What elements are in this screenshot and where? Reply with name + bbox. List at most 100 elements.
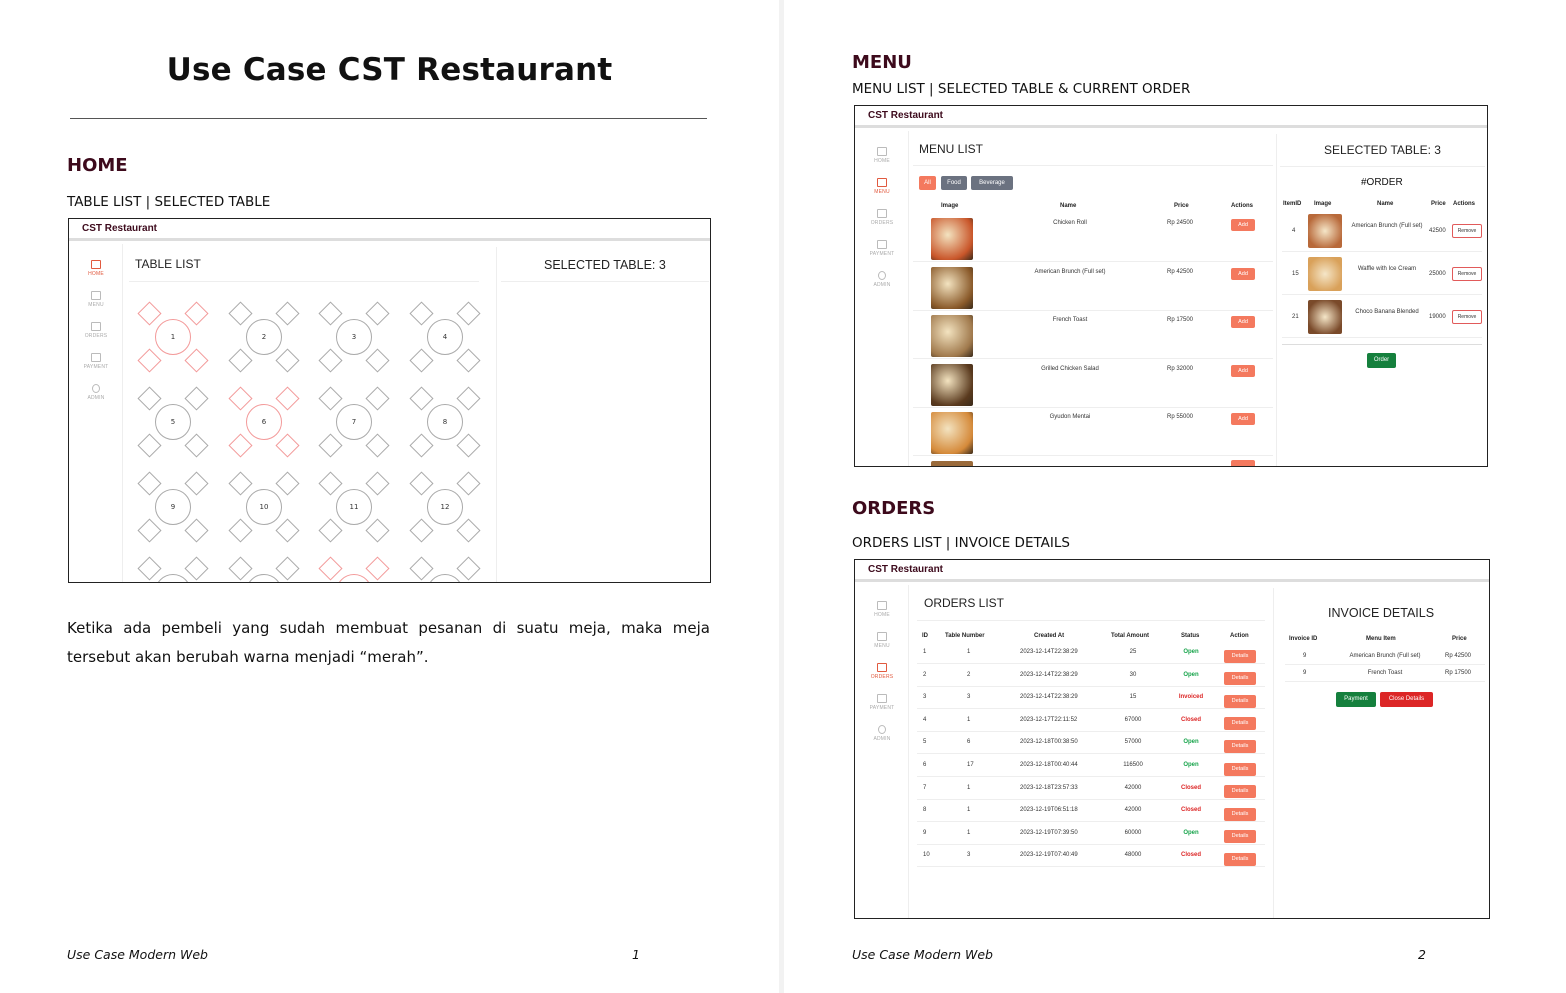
order-status: Closed: [1180, 852, 1201, 859]
details-button[interactable]: Details: [1224, 694, 1256, 708]
chair: [318, 348, 343, 373]
selected-table-label: SELECTED TABLE: 3: [544, 258, 666, 272]
nav-orders[interactable]: ORDERS: [855, 663, 909, 680]
menu-item-name: Gyudon Mentai: [1049, 414, 1091, 420]
nav-orders[interactable]: ORDERS: [855, 209, 909, 226]
sidebar: HOME MENU ORDERS PAYMENT ADMIN: [855, 131, 909, 466]
chair: [228, 348, 253, 373]
table-partial[interactable]: [137, 556, 209, 582]
col-table-number: Table Number: [945, 633, 985, 639]
add-button[interactable]: Add: [1231, 364, 1255, 377]
order-table-number: 17: [967, 762, 974, 768]
nav-payment[interactable]: PAYMENT: [855, 240, 909, 257]
nav-admin[interactable]: ADMIN: [855, 725, 909, 742]
remove-button[interactable]: Remove: [1452, 310, 1482, 324]
nav-home[interactable]: HOME: [855, 601, 909, 618]
nav-admin[interactable]: ADMIN: [69, 384, 123, 401]
table-7[interactable]: 7: [318, 386, 390, 458]
user-icon: [878, 271, 886, 280]
app-brand: CST Restaurant: [855, 560, 1489, 582]
order-table-number: 1: [967, 649, 971, 655]
details-button[interactable]: Details: [1224, 762, 1256, 776]
order-table-number: 2: [967, 671, 971, 678]
table-12[interactable]: 12: [409, 471, 481, 543]
table-9[interactable]: 9: [137, 471, 209, 543]
table-1[interactable]: 1: [137, 301, 209, 373]
details-button[interactable]: Details: [1224, 717, 1256, 731]
details-button[interactable]: Details: [1224, 852, 1256, 866]
details-button[interactable]: Details: [1224, 649, 1256, 663]
table-number: 11: [336, 489, 372, 525]
table-number: 7: [336, 404, 372, 440]
card-icon: [91, 353, 101, 362]
nav-admin[interactable]: ADMIN: [855, 271, 909, 288]
table-partial[interactable]: [318, 556, 390, 582]
order-button[interactable]: Order: [1367, 353, 1396, 368]
nav-menu[interactable]: MENU: [69, 291, 123, 308]
card-icon: [877, 240, 887, 249]
table-5[interactable]: 5: [137, 386, 209, 458]
add-button[interactable]: Add: [1231, 219, 1255, 231]
nav-home[interactable]: HOME: [855, 147, 909, 164]
table-11[interactable]: 11: [318, 471, 390, 543]
add-button[interactable]: Add: [1231, 316, 1255, 328]
description-paragraph: Ketika ada pembeli yang sudah membuat pe…: [67, 619, 710, 666]
close-details-button[interactable]: Close Details: [1380, 692, 1433, 707]
chair: [318, 433, 343, 458]
table-3[interactable]: 3: [318, 301, 390, 373]
order-status: Open: [1183, 739, 1199, 746]
order-item-id: 15: [1292, 271, 1299, 277]
table-10[interactable]: 10: [228, 471, 300, 543]
nav-home[interactable]: HOME: [69, 260, 123, 277]
details-button[interactable]: Details: [1224, 785, 1256, 799]
home-icon: [877, 601, 887, 610]
table-partial[interactable]: [228, 556, 300, 582]
details-button[interactable]: Details: [1224, 739, 1256, 753]
filter-food[interactable]: Food: [941, 176, 967, 190]
nav-payment[interactable]: PAYMENT: [69, 353, 123, 370]
col-created-at: Created At: [1034, 633, 1065, 639]
nav-menu[interactable]: MENU: [855, 632, 909, 649]
details-button[interactable]: Details: [1224, 830, 1256, 844]
row-divider: [1285, 681, 1485, 682]
menu-icon: [877, 632, 887, 641]
nav-menu[interactable]: MENU: [855, 178, 909, 195]
order-total: 57000: [1124, 739, 1142, 746]
row-divider: [917, 776, 1265, 777]
col-total-amount: Total Amount: [1111, 633, 1149, 639]
nav-payment[interactable]: PAYMENT: [855, 694, 909, 711]
menu-item-name: American Brunch (Full set): [1034, 268, 1106, 275]
table-6[interactable]: 6: [228, 386, 300, 458]
filter-beverage[interactable]: Beverage: [971, 176, 1013, 190]
table-2[interactable]: 2: [228, 301, 300, 373]
order-status: Closed: [1180, 784, 1201, 791]
row-divider: [1285, 664, 1485, 665]
row-divider: [1282, 294, 1482, 295]
table-partial[interactable]: [409, 556, 481, 582]
invoice-id: 9: [1303, 653, 1307, 659]
chair: [456, 301, 481, 326]
invoice-item: American Brunch (Full set): [1349, 653, 1421, 659]
add-button[interactable]: Add: [1231, 413, 1255, 425]
chair: [184, 556, 209, 581]
menu-item-name: Grilled Chicken Salad: [1041, 365, 1099, 372]
filter-all[interactable]: All: [919, 176, 936, 190]
order-created-at: 2023-12-14T22:38:29: [1020, 694, 1078, 701]
order-id: 10: [923, 852, 930, 859]
orders-list-title: ORDERS LIST: [924, 596, 1005, 610]
table-8[interactable]: 8: [409, 386, 481, 458]
remove-button[interactable]: Remove: [1452, 224, 1482, 238]
chair: [137, 348, 162, 373]
remove-button[interactable]: Remove: [1452, 267, 1482, 281]
chair: [318, 556, 343, 581]
add-button[interactable]: Add: [1231, 267, 1255, 280]
food-image: [931, 461, 973, 466]
chair: [409, 556, 434, 581]
add-button[interactable]: [1231, 460, 1255, 466]
payment-button[interactable]: Payment: [1336, 692, 1376, 707]
row-divider: [917, 685, 1265, 687]
details-button[interactable]: Details: [1224, 672, 1256, 686]
table-4[interactable]: 4: [409, 301, 481, 373]
nav-orders[interactable]: ORDERS: [69, 322, 123, 339]
details-button[interactable]: Details: [1224, 807, 1256, 821]
